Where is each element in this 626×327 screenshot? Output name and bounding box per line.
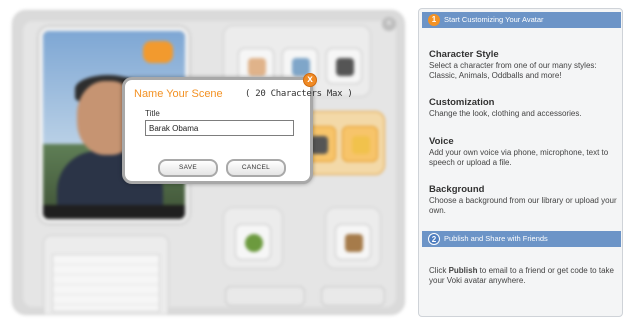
- picture-tile: [335, 224, 371, 260]
- publish-instructions: Click Publish to email to a friend or ge…: [429, 266, 621, 286]
- player-tile-group: [325, 207, 381, 269]
- title-field-label: Title: [145, 109, 160, 118]
- help-panel: 1 Start Customizing Your Avatar Characte…: [418, 8, 623, 317]
- publish-button: [321, 286, 385, 306]
- accessories-tile: [326, 48, 362, 84]
- player-controls: [43, 205, 185, 219]
- publish-text-pre: Click: [429, 266, 449, 275]
- tree-tile: [235, 224, 271, 260]
- voice-tile-group: [300, 111, 385, 175]
- step-1-header: 1 Start Customizing Your Avatar: [422, 12, 621, 28]
- scene-list-rows: [52, 254, 160, 312]
- name-your-scene-dialog: Name Your Scene ( 20 Characters Max ) Ti…: [122, 77, 353, 184]
- close-icon[interactable]: x: [303, 73, 317, 87]
- step-number-icon: 1: [428, 14, 440, 26]
- publish-keyword: Publish: [448, 266, 478, 275]
- step-number-icon: 2: [428, 233, 440, 245]
- section-title-customization: Customization: [429, 97, 495, 108]
- section-text-background: Choose a background from our library or …: [429, 196, 617, 215]
- dialog-title: Name Your Scene: [134, 88, 223, 100]
- speech-bubble-icon: [143, 41, 173, 63]
- step-2-label: Publish and Share with Friends: [444, 234, 548, 243]
- background-tile-group: [223, 207, 283, 269]
- step-1-label: Start Customizing Your Avatar: [444, 15, 544, 24]
- section-title-character-style: Character Style: [429, 49, 499, 60]
- section-text-voice: Add your own voice via phone, microphone…: [429, 148, 609, 167]
- cancel-button[interactable]: CANCEL: [226, 159, 286, 177]
- section-text-character-style: Select a character from one of our many …: [429, 61, 597, 80]
- dialog-char-limit: ( 20 Characters Max ): [245, 89, 353, 99]
- section-text-customization: Change the look, clothing and accessorie…: [429, 109, 582, 118]
- save-button[interactable]: SAVE: [158, 159, 218, 177]
- scene-list-panel: [43, 235, 169, 314]
- scene-title-input[interactable]: [145, 120, 294, 136]
- step-2-header: 2 Publish and Share with Friends: [422, 231, 621, 247]
- folder-tile: [342, 126, 378, 162]
- editor-close-icon: ×: [382, 17, 396, 31]
- section-title-voice: Voice: [429, 136, 454, 147]
- cancel-editor-button: [225, 286, 305, 306]
- section-title-background: Background: [429, 184, 485, 195]
